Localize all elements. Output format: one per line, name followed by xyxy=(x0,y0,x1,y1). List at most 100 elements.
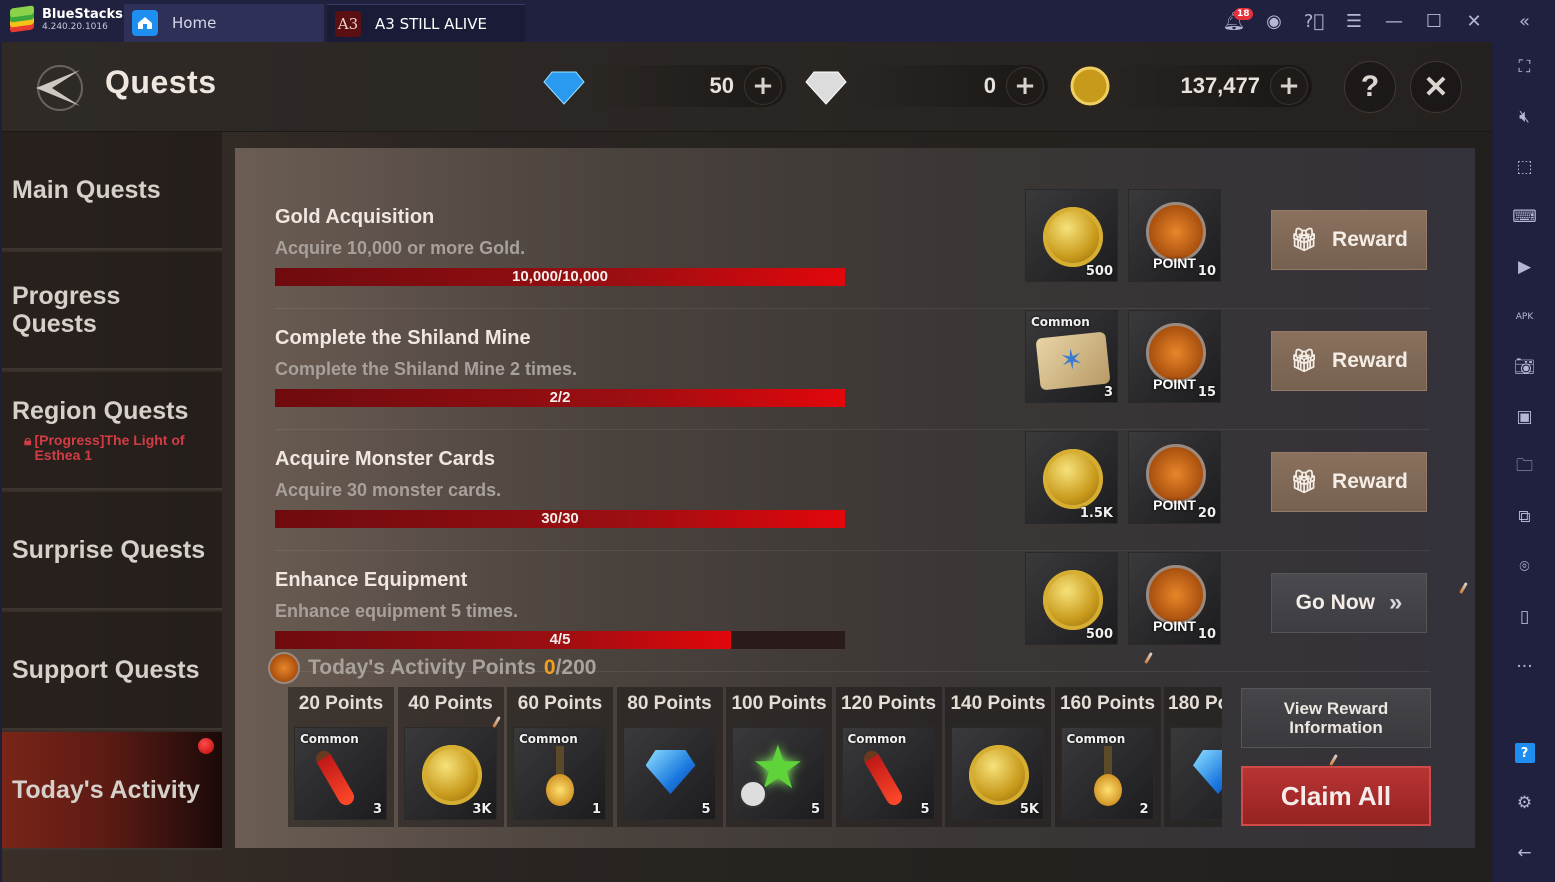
reward-count: 5 xyxy=(701,802,711,817)
tier-reward-slot[interactable]: 5 xyxy=(622,727,716,820)
back-arrow-icon[interactable]: ← xyxy=(1494,838,1555,868)
reward-slot[interactable]: POINT 15 xyxy=(1128,310,1221,403)
go-now-button[interactable]: Go Now » xyxy=(1271,573,1427,633)
activity-tier[interactable]: 100 Points ★ 5 xyxy=(726,687,832,827)
activity-tier[interactable]: 120 Points Common 5 xyxy=(835,687,942,827)
tier-points-label: 120 Points xyxy=(840,693,937,714)
fullscreen-icon[interactable]: ⛶ xyxy=(1494,52,1555,82)
back-button[interactable] xyxy=(32,60,88,116)
record-icon[interactable]: ▣ xyxy=(1494,402,1555,432)
nav-main-quests[interactable]: Main Quests xyxy=(2,132,222,250)
activity-point-icon xyxy=(1146,444,1206,504)
item-grade: Common xyxy=(300,732,359,746)
reward-count: 3 xyxy=(1103,385,1113,400)
app-name: BlueStacks xyxy=(42,7,123,22)
reward-count: 20 xyxy=(1197,506,1216,521)
activity-tier[interactable]: 80 Points 5 xyxy=(616,687,723,827)
tier-reward-slot[interactable]: 3K xyxy=(403,727,497,820)
keyboard-icon[interactable]: ⌨ xyxy=(1494,202,1555,232)
nav-support-quests[interactable]: Support Quests xyxy=(2,612,222,730)
account-icon[interactable]: ◉ xyxy=(1254,0,1294,42)
view-reward-info-button[interactable]: View Reward Information xyxy=(1241,688,1431,748)
add-gold-button[interactable]: + xyxy=(1270,67,1308,105)
reward-slot[interactable]: 500 xyxy=(1025,552,1118,645)
activity-tier[interactable]: 40 Points 3K xyxy=(397,687,504,827)
menu-icon[interactable]: ☰ xyxy=(1334,0,1374,42)
claim-reward-button[interactable]: 🎁︎ Reward xyxy=(1271,210,1427,270)
quest-title: Complete the Shiland Mine xyxy=(275,327,531,349)
gold-coin-icon xyxy=(421,745,482,805)
globe-icon xyxy=(739,780,767,808)
screenshot-icon[interactable]: 📷︎ xyxy=(1494,352,1555,382)
help-button[interactable]: ? xyxy=(1344,61,1396,113)
volume-mute-icon[interactable]: 🔇︎ xyxy=(1494,102,1555,132)
shake-icon[interactable]: ▯ xyxy=(1494,602,1555,632)
activity-points-total: /200 xyxy=(555,656,597,679)
quest-progress-bar: 30/30 xyxy=(275,510,845,528)
multi-instance-icon[interactable]: ⧉ xyxy=(1494,502,1555,532)
activity-tier[interactable]: 180 Points xyxy=(1164,687,1222,827)
reward-slot[interactable]: 500 xyxy=(1025,189,1118,282)
quest-progress-bar: 4/5 xyxy=(275,631,845,649)
claim-reward-button[interactable]: 🎁︎ Reward xyxy=(1271,331,1427,391)
item-grade: Common xyxy=(519,732,578,746)
close-button[interactable]: ✕ xyxy=(1410,61,1462,113)
folder-icon[interactable]: 🗀 xyxy=(1494,452,1555,482)
add-blue-diamond-button[interactable]: + xyxy=(744,67,782,105)
help-icon[interactable]: ?⃝ xyxy=(1294,0,1334,42)
tab-home[interactable]: Home xyxy=(124,4,324,42)
page-title: Quests xyxy=(105,64,217,100)
activity-tier[interactable]: 160 Points Common 2 xyxy=(1054,687,1161,827)
tier-reward-slot[interactable]: ★ 5 xyxy=(732,727,825,820)
more-icon[interactable]: ··· xyxy=(1494,652,1555,682)
help-blue-icon[interactable]: ? xyxy=(1494,738,1555,768)
currency-white-diamond: 0 + xyxy=(804,65,1048,107)
home-icon xyxy=(132,10,158,36)
nav-label: Surprise Quests xyxy=(12,536,206,564)
activity-point-icon xyxy=(1146,202,1206,262)
location-icon[interactable]: ⌾ xyxy=(1494,552,1555,582)
settings-icon[interactable]: ⚙ xyxy=(1494,788,1555,818)
quest-title: Gold Acquisition xyxy=(275,206,435,228)
item-grade: Common xyxy=(1031,315,1090,329)
maximize-icon[interactable]: ☐ xyxy=(1414,0,1454,42)
tier-points-label: 160 Points xyxy=(1059,693,1156,714)
reward-count: 3 xyxy=(372,802,382,817)
media-play-icon[interactable]: ▶ xyxy=(1494,252,1555,282)
close-icon[interactable]: ✕ xyxy=(1454,0,1494,42)
minimize-icon[interactable]: — xyxy=(1374,0,1414,42)
tier-reward-slot[interactable]: Common 2 xyxy=(1060,727,1154,820)
reward-count: 2 xyxy=(1139,802,1149,817)
activity-tier[interactable]: 20 Points Common 3 xyxy=(288,687,394,827)
quest-category-nav: Main Quests Progress Quests Region Quest… xyxy=(2,132,222,852)
tab-a3-still-alive[interactable]: A3 A3 STILL ALIVE xyxy=(327,4,525,42)
nav-progress-quests[interactable]: Progress Quests xyxy=(2,252,222,370)
tier-points-label: 40 Points xyxy=(408,693,493,714)
tier-reward-slot[interactable]: Common 5 xyxy=(841,727,935,820)
cursor-select-icon[interactable]: ⬚ xyxy=(1494,152,1555,182)
white-diamond-icon xyxy=(805,71,847,105)
activity-point-icon xyxy=(268,652,300,684)
activity-tier[interactable]: 60 Points Common 1 xyxy=(507,687,613,827)
tier-reward-slot[interactable]: 5K xyxy=(951,727,1044,820)
apk-install-icon[interactable]: APK xyxy=(1494,302,1555,332)
tier-reward-slot[interactable]: Common 1 xyxy=(513,727,606,820)
nav-region-quests[interactable]: Region Quests 🔒︎ [Progress]The Light of … xyxy=(2,372,222,490)
reward-slot[interactable]: POINT 20 xyxy=(1128,431,1221,524)
reward-slot[interactable]: Common 3 xyxy=(1025,310,1118,403)
app-version: 4.240.20.1016 xyxy=(42,22,108,32)
tier-reward-slot[interactable] xyxy=(1170,727,1222,820)
tier-reward-slot[interactable]: Common 3 xyxy=(294,727,387,820)
claim-all-button[interactable]: Claim All xyxy=(1241,766,1431,826)
activity-points-header: Today's Activity Points 0/200 xyxy=(268,652,596,684)
claim-reward-button[interactable]: 🎁︎ Reward xyxy=(1271,452,1427,512)
activity-tier[interactable]: 140 Points 5K xyxy=(945,687,1051,827)
nav-surprise-quests[interactable]: Surprise Quests xyxy=(2,492,222,610)
reward-slot[interactable]: POINT 10 xyxy=(1128,189,1221,282)
reward-slot[interactable]: 1.5K xyxy=(1025,431,1118,524)
collapse-sidebar-icon[interactable]: « xyxy=(1494,0,1555,42)
reward-slot[interactable]: POINT 10 xyxy=(1128,552,1221,645)
add-white-diamond-button[interactable]: + xyxy=(1006,67,1044,105)
nav-todays-activity[interactable]: Today's Activity xyxy=(2,732,222,850)
bell-icon[interactable]: 🔔︎ 18 xyxy=(1214,0,1254,42)
